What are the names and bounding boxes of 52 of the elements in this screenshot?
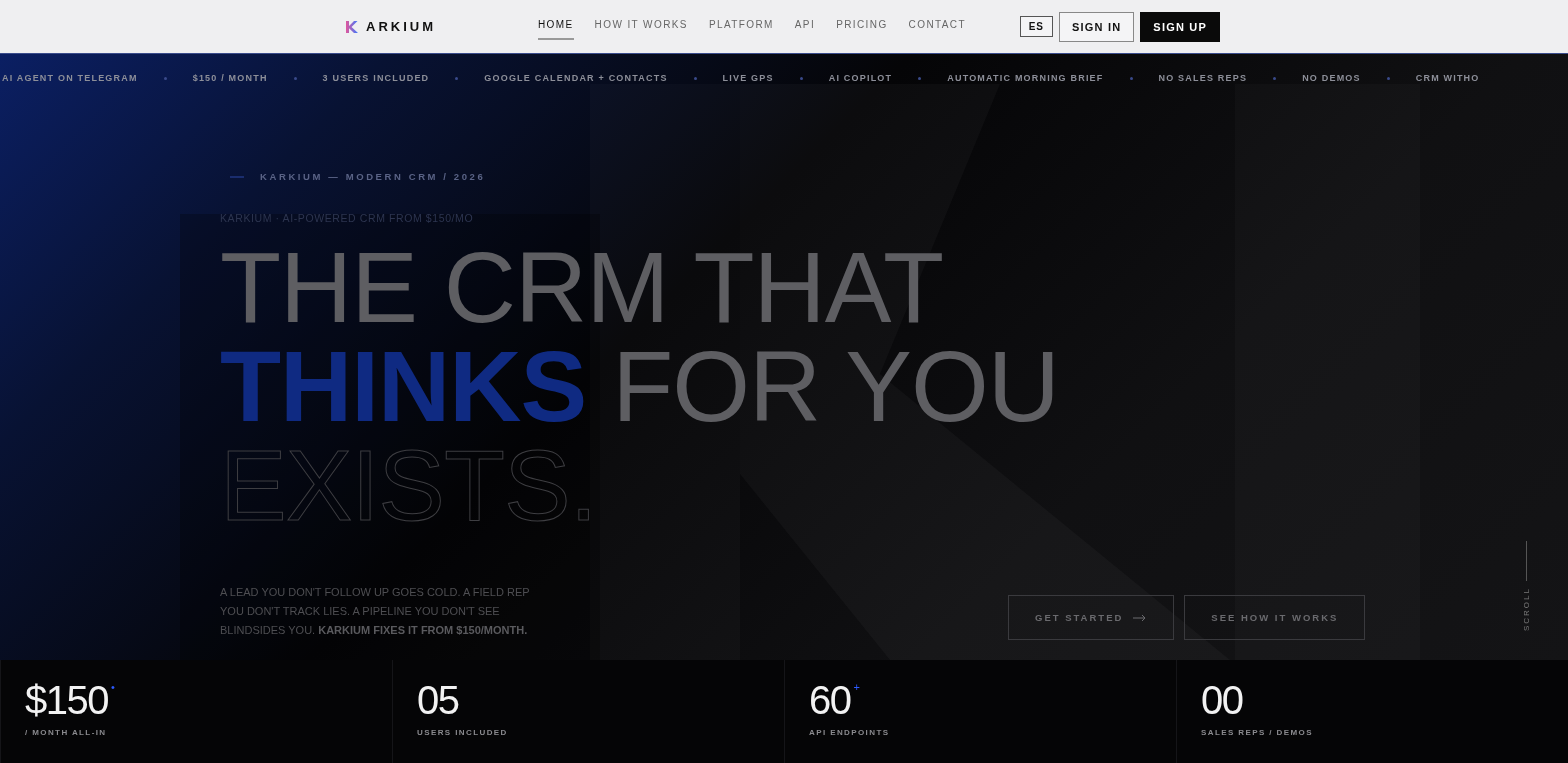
nav-link[interactable]: HOME [538,13,574,40]
stat-label: USERS INCLUDED [417,728,509,737]
stat-value: $150 [25,678,108,722]
separator-dot [293,76,297,80]
stat-label: SALES REPS / DEMOS [1201,728,1314,737]
ticker-item: GOOGLE CALENDAR + CONTACTS [484,73,668,83]
nav-link[interactable]: CONTACT [908,13,966,40]
separator-dot [1273,76,1277,80]
headline-text: FOR YOU [612,337,1059,436]
nav-link[interactable]: PRICING [836,13,888,40]
stat-mark: • [111,681,115,693]
logo-icon [344,19,358,34]
ticker-item: 3 USERS INCLUDED [322,73,430,83]
sign-in-button[interactable]: SIGN IN [1059,11,1135,42]
get-started-button[interactable]: GET STARTED [1008,595,1175,640]
ticker-item: LIVE GPS [722,73,774,83]
nav-link[interactable]: HOW IT WORKS [594,13,688,40]
stat-label: / MONTH ALL-IN [25,728,108,737]
stat-mark: + [853,681,860,693]
separator-dot [1386,76,1390,80]
separator-dot [693,76,697,80]
separator-dot [799,76,803,80]
separator-dot [918,76,922,80]
ticker-item: $150 / MONTH [192,73,268,83]
scroll-line [1526,541,1527,581]
ticker-item: NO DEMOS [1302,73,1361,83]
scroll-label: SCROLL [1522,587,1531,631]
language-button[interactable]: ES [1019,16,1053,37]
headline-text: EXISTS. [220,436,597,535]
intro-paragraph: A LEAD YOU DON'T FOLLOW UP GOES COLD. A FIELD REP YOU DON'T TRACK LIES. A PIPELINE YOU DON'T SEE BLINDSIDES YOU. KARKIUM FIXES IT FROM $150/MONTH. [220,585,531,638]
logo-text[interactable]: ARKIUM [366,19,436,34]
nav-link[interactable]: API [794,13,816,40]
stat-label: API ENDPOINTS [809,728,891,737]
ticker-item: AI COPILOT [828,73,893,83]
arrow-right-icon [1133,613,1148,622]
separator-dot [455,76,459,80]
ticker-item: NO SALES REPS [1158,73,1248,83]
see-how-it-works-button[interactable]: SEE HOW IT WORKS [1184,595,1366,640]
stat-value: 00 [1201,678,1243,722]
sign-up-button[interactable]: SIGN UP [1140,11,1220,42]
ticker-item: AUTOMATIC MORNING BRIEF [947,73,1104,83]
ticker-item: AI AGENT ON TELEGRAM [2,73,138,83]
nav-link[interactable]: PLATFORM [708,13,774,40]
stat-value: 60 [809,678,851,722]
headline-text: THINKS [220,337,587,436]
ticker-item: CRM WITHO [1415,73,1480,83]
eyebrow-text: KARKIUM — MODERN CRM / 2026 [260,171,486,182]
separator-dot [1129,76,1133,80]
headline-text: THE CRM THAT [220,238,944,337]
accent-line [230,175,244,178]
separator-dot [163,76,167,80]
stat-value: 05 [417,678,459,722]
